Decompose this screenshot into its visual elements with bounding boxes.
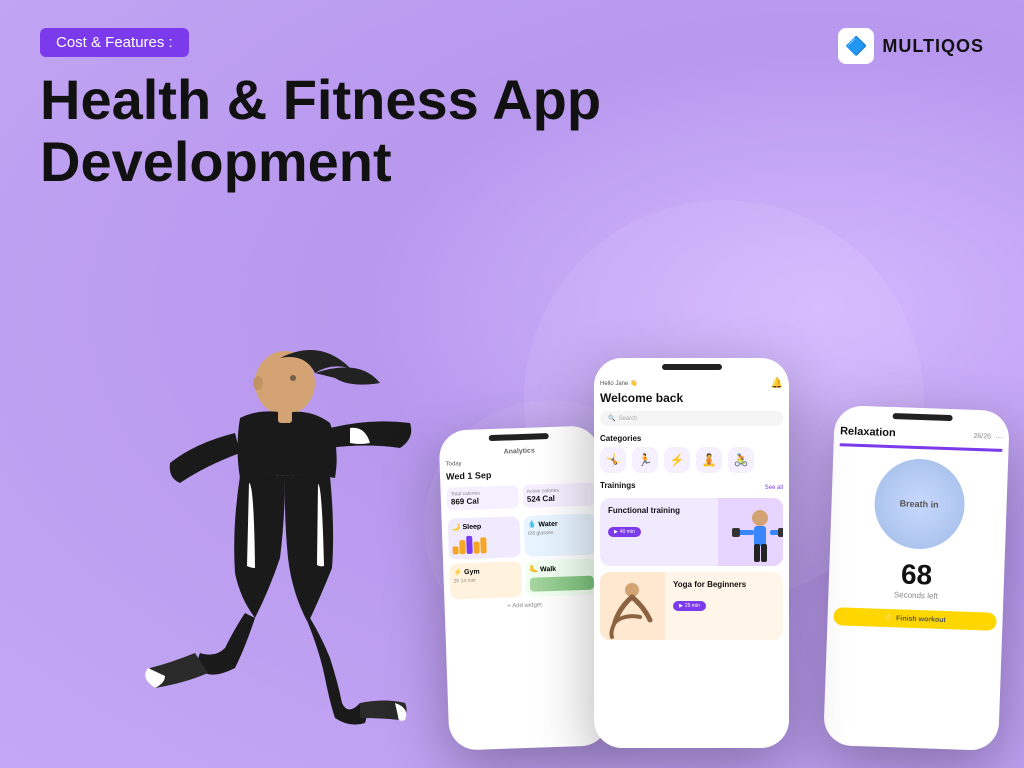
training-2-image xyxy=(600,572,665,640)
logo: 🔷 MULTIQOS xyxy=(838,28,984,64)
add-widget-btn[interactable]: + Add widget xyxy=(451,600,599,611)
category-run[interactable]: 🏃 xyxy=(632,447,658,473)
phone-relaxation: Relaxation 26/26 ··· Breath in 68 Second… xyxy=(823,405,1010,751)
categories-label: Categories xyxy=(600,434,783,443)
see-all-link[interactable]: See all xyxy=(765,485,783,491)
sleep-bar-5 xyxy=(480,537,487,553)
phones-container: Analytics Today Wed 1 Sep Total calories… xyxy=(444,248,1004,768)
total-cal-box: Total calories 869 Cal xyxy=(446,485,519,510)
date-display: Wed 1 Sep xyxy=(446,466,594,481)
phone-main: Hello Jane 👋 🔔 Welcome back 🔍 Search Cat… xyxy=(594,358,789,748)
progress-bar xyxy=(840,443,1003,452)
active-cal-value: 524 Cal xyxy=(527,493,591,504)
title-line2: Development xyxy=(40,130,392,193)
relaxation-title-text: Relaxation xyxy=(840,425,896,439)
training-1-duration: ▶ 40 min xyxy=(608,527,641,537)
category-yoga[interactable]: 🤸 xyxy=(600,447,626,473)
center-header: Hello Jane 👋 🔔 xyxy=(600,378,783,389)
training-1-img-placeholder xyxy=(718,498,783,566)
training-2-title: Yoga for Beginners xyxy=(673,580,775,590)
category-meditation[interactable]: 🧘 xyxy=(696,447,722,473)
training-1-title: Functional training xyxy=(608,506,710,516)
gym-widget: ⚡ Gym 2h 14 min xyxy=(449,561,522,599)
dots-icon: ··· xyxy=(995,432,1003,441)
training-1-image xyxy=(718,498,783,566)
category-cycle[interactable]: 🚴 xyxy=(728,447,754,473)
breath-text: Breath in xyxy=(899,498,938,509)
training-card-1-inner: Functional training ▶ 40 min xyxy=(600,498,783,566)
trainings-header: Trainings See all xyxy=(600,481,783,494)
relaxation-count: 26/26 ··· xyxy=(973,431,1003,441)
finish-workout-btn[interactable]: ⭐ Finish workout xyxy=(833,607,997,631)
gym-duration: 2h 14 min xyxy=(454,576,518,584)
bell-icon: 🔔 xyxy=(771,378,783,389)
relaxation-title: Relaxation xyxy=(840,425,896,439)
total-cal-value: 869 Cal xyxy=(451,495,515,506)
today-label: Today xyxy=(446,456,594,467)
sleep-bar-3 xyxy=(466,536,473,554)
widget-row-2: ⚡ Gym 2h 14 min 🦶 Walk xyxy=(449,558,598,599)
sleep-bars xyxy=(452,532,517,554)
logo-icon: 🔷 xyxy=(838,28,874,64)
search-placeholder: Search xyxy=(618,416,637,422)
sleep-label: 🌙 Sleep xyxy=(452,521,516,531)
relaxation-header: Relaxation 26/26 ··· xyxy=(840,425,1003,443)
finish-btn-text: Finish workout xyxy=(896,615,946,624)
sleep-bar-2 xyxy=(459,540,465,554)
athlete-figure xyxy=(40,288,420,768)
phone-analytics: Analytics Today Wed 1 Sep Total calories… xyxy=(438,425,609,750)
title-section: Cost & Features : Health & Fitness App D… xyxy=(40,28,601,192)
phone-right-screen: Relaxation 26/26 ··· Breath in 68 Second… xyxy=(823,421,1009,747)
active-cal-box: Active calories 524 Cal xyxy=(522,482,595,507)
walk-graph xyxy=(530,576,594,592)
training-card-1[interactable]: Functional training ▶ 40 min xyxy=(600,498,783,566)
phone-notch-center xyxy=(662,364,722,370)
count-value: 26/26 xyxy=(973,432,991,440)
phone-left-screen: Analytics Today Wed 1 Sep Total calories… xyxy=(439,441,609,746)
widget-row-1: 🌙 Sleep 💧 Water 6/8 glasses xyxy=(448,513,597,559)
training-card-2-inner: Yoga for Beginners ▶ 25 min xyxy=(600,572,783,640)
category-strength[interactable]: ⚡ xyxy=(664,447,690,473)
logo-text: MULTIQOS xyxy=(882,36,984,57)
sleep-bar-4 xyxy=(473,542,479,554)
gym-label: ⚡ Gym xyxy=(453,566,517,576)
star-icon: ⭐ xyxy=(884,614,893,622)
sleep-bar-1 xyxy=(453,546,459,554)
walk-widget: 🦶 Walk xyxy=(525,558,598,596)
breath-circle: Breath in xyxy=(873,458,966,551)
training-2-duration: ▶ 25 min xyxy=(673,601,706,611)
search-icon: 🔍 xyxy=(608,415,615,422)
water-widget: 💧 Water 6/8 glasses xyxy=(523,513,596,556)
categories-row: 🤸 🏃 ⚡ 🧘 🚴 xyxy=(600,447,783,473)
athlete-svg xyxy=(40,288,420,768)
welcome-text: Welcome back xyxy=(600,391,783,405)
phone-notch-left xyxy=(489,433,549,441)
phone-notch-right xyxy=(892,413,952,421)
training-1-info: Functional training ▶ 40 min xyxy=(600,498,718,566)
training-card-2[interactable]: Yoga for Beginners ▶ 25 min xyxy=(600,572,783,640)
phone-left-nav: ⌂ ◎ ♡ xyxy=(450,745,610,751)
training-2-info: Yoga for Beginners ▶ 25 min xyxy=(665,572,783,640)
breath-circle-container: Breath in xyxy=(836,456,1002,552)
hello-text: Hello Jane 👋 xyxy=(600,380,638,387)
sleep-widget: 🌙 Sleep xyxy=(448,516,521,559)
training-2-img-placeholder xyxy=(600,572,665,640)
water-value: 6/8 glasses xyxy=(528,529,592,537)
cost-badge: Cost & Features : xyxy=(40,28,189,57)
calories-row: Total calories 869 Cal Active calories 5… xyxy=(446,482,595,510)
trainings-label: Trainings xyxy=(600,481,636,490)
main-title: Health & Fitness App Development xyxy=(40,69,601,192)
search-bar[interactable]: 🔍 Search xyxy=(600,411,783,426)
phone-center-screen: Hello Jane 👋 🔔 Welcome back 🔍 Search Cat… xyxy=(594,374,789,744)
title-line1: Health & Fitness App xyxy=(40,68,601,131)
analytics-tab: Analytics xyxy=(445,446,593,458)
water-label: 💧 Water xyxy=(528,519,592,529)
walk-label: 🦶 Walk xyxy=(529,564,593,574)
progress-fill xyxy=(840,443,1003,452)
